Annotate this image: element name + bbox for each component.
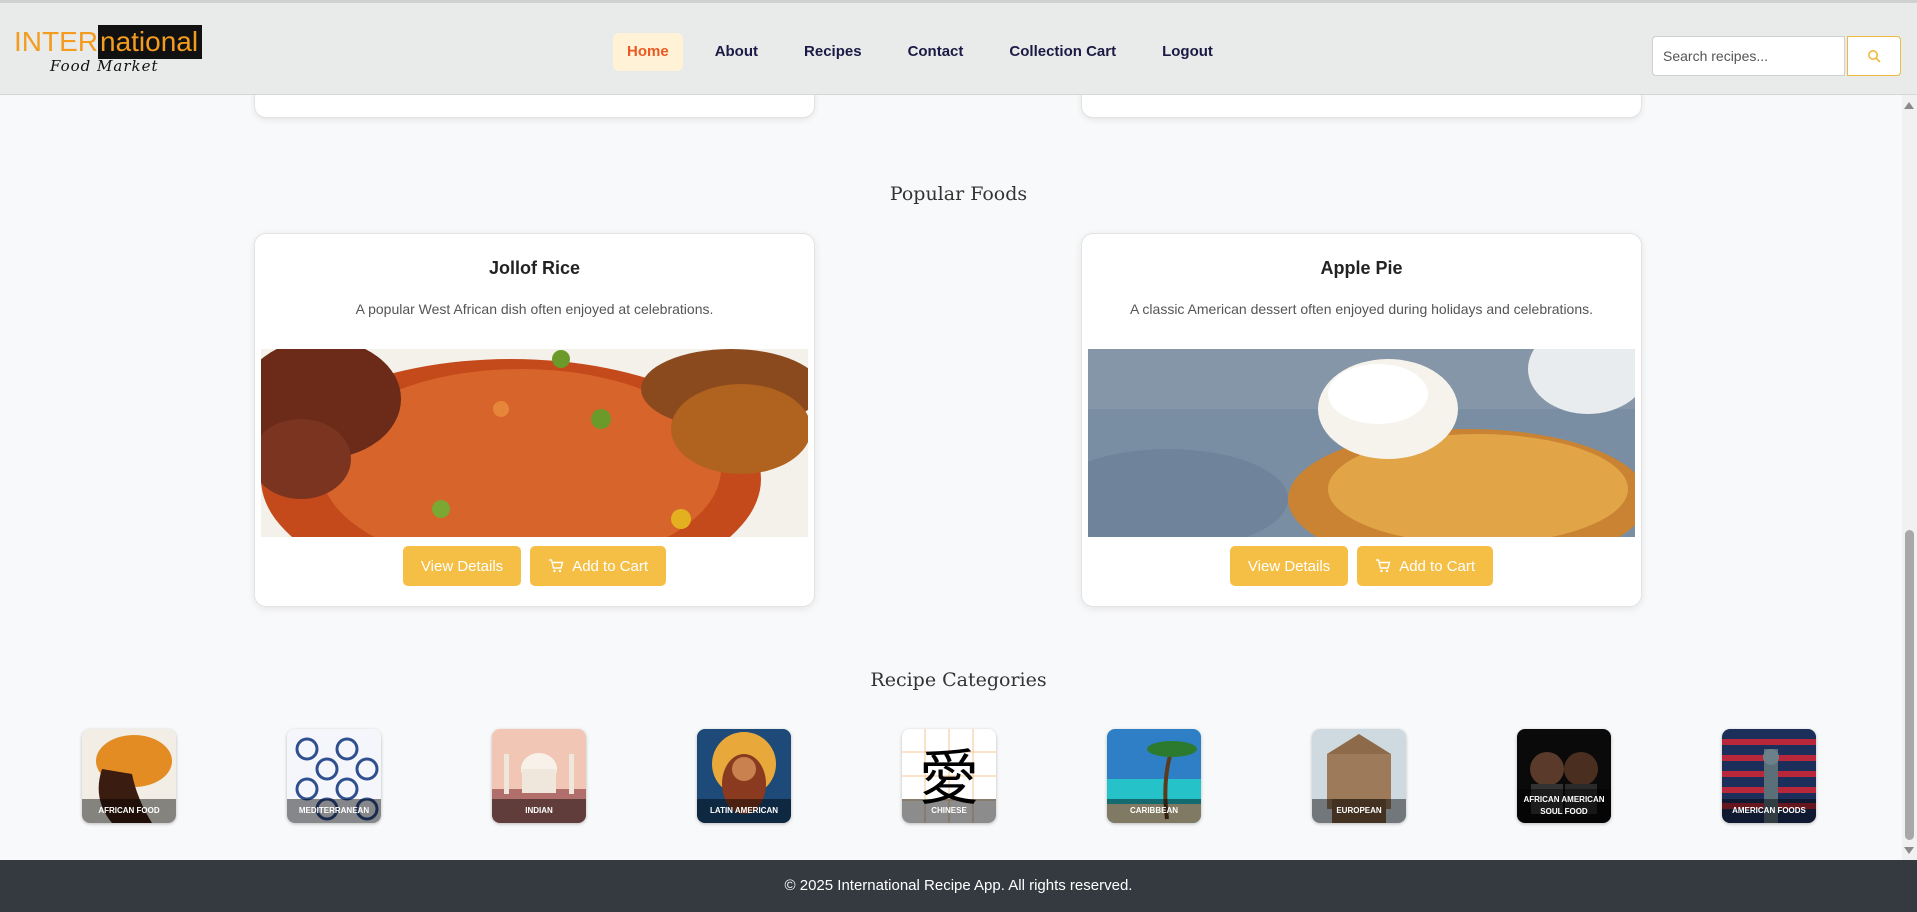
category-mediterranean[interactable]: Mediterranean (287, 729, 381, 823)
nav-about[interactable]: About (701, 33, 772, 71)
scroll-thumb[interactable] (1905, 530, 1914, 840)
category-label: American Foods (1722, 799, 1816, 823)
view-details-button[interactable]: View Details (1229, 546, 1349, 586)
category-caribbean[interactable]: Caribbean (1107, 729, 1201, 823)
page-scrollbar[interactable] (1902, 95, 1917, 860)
food-card-jollof-rice: Jollof Rice A popular West African dish … (254, 233, 815, 607)
nav-home[interactable]: Home (613, 33, 683, 71)
add-to-cart-button[interactable]: Add to Cart (1357, 546, 1494, 586)
cart-icon (1376, 559, 1391, 573)
recipe-categories-heading: Recipe Categories (870, 669, 1047, 691)
food-card-apple-pie: Apple Pie A classic American dessert oft… (1081, 233, 1642, 607)
category-label: Latin American (697, 799, 791, 823)
top-navbar: INTER national Food Market Home About Rec… (0, 0, 1917, 95)
category-label: Caribbean (1107, 799, 1201, 823)
category-chinese[interactable]: 愛 Chinese (902, 729, 996, 823)
category-african-american-soul-food[interactable]: African American Soul Food (1517, 729, 1611, 823)
nav-contact[interactable]: Contact (894, 33, 978, 71)
category-american-foods[interactable]: American Foods (1722, 729, 1816, 823)
view-details-label: View Details (420, 557, 504, 575)
add-to-cart-label: Add to Cart (1399, 557, 1476, 575)
category-label: Chinese (902, 799, 996, 823)
view-details-button[interactable]: View Details (402, 546, 522, 586)
food-title: Jollof Rice (488, 258, 581, 278)
cart-icon (549, 559, 564, 573)
category-latin-american[interactable]: Latin American (697, 729, 791, 823)
category-label: African American Soul Food (1517, 789, 1611, 823)
view-details-label: View Details (1247, 557, 1331, 575)
add-to-cart-button[interactable]: Add to Cart (530, 546, 667, 586)
category-label: Mediterranean (287, 799, 381, 823)
scroll-down-arrow[interactable] (1904, 847, 1914, 854)
nav-logout[interactable]: Logout (1148, 33, 1227, 71)
nav-collection-cart[interactable]: Collection Cart (995, 33, 1130, 71)
food-card-actions: View Details Add to Cart (1082, 546, 1641, 586)
category-indian[interactable]: Indian (492, 729, 586, 823)
logo-subtitle: Food Market (50, 57, 159, 75)
category-label: Indian (492, 799, 586, 823)
category-label: European (1312, 799, 1406, 823)
search-input[interactable] (1652, 36, 1845, 76)
food-description: A classic American dessert often enjoyed… (1129, 301, 1594, 317)
nav-menu: Home About Recipes Contact Collection Ca… (613, 33, 1245, 71)
category-european[interactable]: European (1312, 729, 1406, 823)
category-african-food[interactable]: African Food (82, 729, 176, 823)
food-description: A popular West African dish often enjoye… (355, 301, 714, 317)
search-icon (1868, 50, 1881, 63)
popular-foods-heading: Popular Foods (889, 183, 1028, 205)
add-to-cart-label: Add to Cart (572, 557, 649, 575)
category-label: African Food (82, 799, 176, 823)
logo-text-inter: INTER (14, 26, 98, 57)
food-card-actions: View Details Add to Cart (255, 546, 814, 586)
apple-pie-image (1088, 349, 1635, 537)
site-logo[interactable]: INTER national Food Market (14, 25, 203, 79)
search-button[interactable] (1847, 36, 1901, 76)
footer-copyright: © 2025 International Recipe App. All rig… (784, 877, 1133, 894)
jollof-rice-image (261, 349, 808, 537)
page-footer: © 2025 International Recipe App. All rig… (0, 860, 1917, 912)
search-form (1652, 36, 1901, 76)
food-title: Apple Pie (1320, 258, 1403, 278)
nav-recipes[interactable]: Recipes (790, 33, 876, 71)
scroll-up-arrow[interactable] (1904, 102, 1914, 109)
logo-text-national: national (98, 25, 203, 59)
